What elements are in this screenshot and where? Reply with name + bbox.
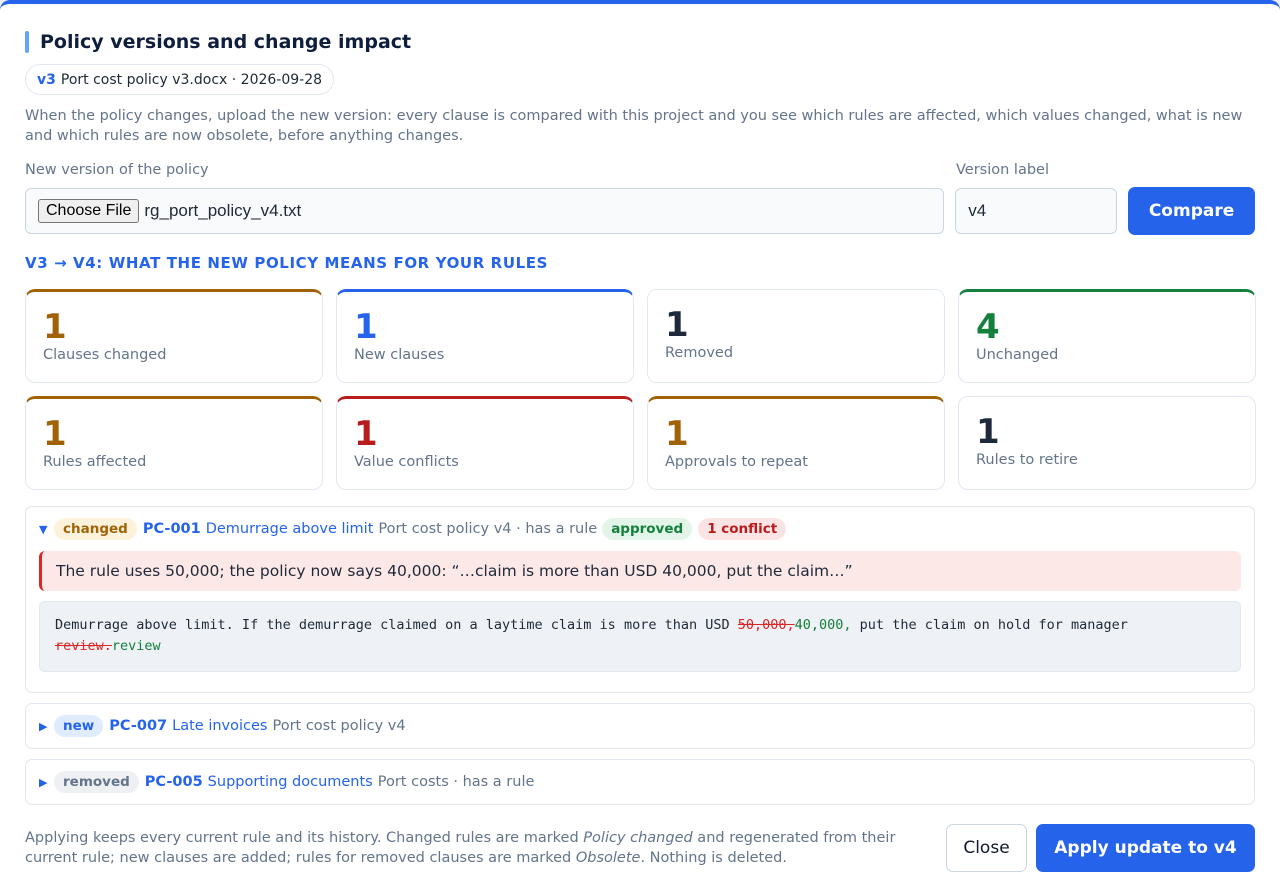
stat-card-unchanged: 4 Unchanged xyxy=(958,289,1256,383)
stat-label: Clauses changed xyxy=(43,347,167,363)
caret-right-icon[interactable]: ▶ xyxy=(39,720,54,733)
policy-versions-dialog: Policy versions and change impact v3 Por… xyxy=(0,0,1280,894)
stat-label: Approvals to repeat xyxy=(665,454,808,470)
footer-text: . Nothing is deleted. xyxy=(640,850,787,866)
stat-card-rules-to-retire: 1 Rules to retire xyxy=(958,396,1256,490)
clause-item-pc-005: ▶ removed PC-005 Supporting documents Po… xyxy=(25,759,1255,805)
footer-note: Applying keeps every current rule and it… xyxy=(25,828,930,868)
diff-text: put the claim on hold for manager xyxy=(851,617,1128,633)
stat-value: 1 xyxy=(43,414,67,454)
stat-value: 1 xyxy=(665,414,689,454)
clause-name: Late invoices xyxy=(172,718,268,734)
clause-item-pc-007: ▶ new PC-007 Late invoices Port cost pol… xyxy=(25,703,1255,749)
version-label-input[interactable]: v4 xyxy=(955,188,1118,234)
stat-value: 1 xyxy=(354,307,378,347)
diff-inserted: review xyxy=(111,638,161,654)
stat-card-clauses-changed: 1 Clauses changed xyxy=(25,289,323,383)
stat-label: Removed xyxy=(665,345,734,361)
stat-label: Unchanged xyxy=(976,347,1059,363)
clause-name: Demurrage above limit xyxy=(205,521,374,537)
stat-value: 1 xyxy=(43,307,67,347)
conflict-message: The rule uses 50,000; the policy now say… xyxy=(39,551,1241,591)
dialog-title: Policy versions and change impact xyxy=(40,31,412,53)
stat-card-rules-affected: 1 Rules affected xyxy=(25,396,323,490)
stat-value: 4 xyxy=(976,307,1000,347)
title-row: Policy versions and change impact xyxy=(25,30,1255,54)
compare-button[interactable]: Compare xyxy=(1128,187,1255,235)
choose-file-button[interactable]: Choose File xyxy=(38,199,140,223)
stat-card-removed: 1 Removed xyxy=(647,289,945,383)
caret-right-icon[interactable]: ▶ xyxy=(39,776,54,789)
footer-emphasis: Policy changed xyxy=(583,830,693,846)
clause-item-pc-001: ▼ changed PC-001 Demurrage above limit P… xyxy=(25,506,1255,693)
file-input[interactable]: Choose File rg_port_policy_v4.txt xyxy=(25,188,945,234)
caret-down-icon[interactable]: ▼ xyxy=(39,523,54,536)
stat-card-approvals-to-repeat: 1 Approvals to repeat xyxy=(647,396,945,490)
conflict-badge: 1 conflict xyxy=(698,518,787,540)
clause-item-header[interactable]: ▶ new PC-007 Late invoices Port cost pol… xyxy=(26,704,1254,748)
version-label: Version label xyxy=(956,162,1049,178)
dialog-footer: Applying keeps every current rule and it… xyxy=(25,824,1255,872)
stat-card-value-conflicts: 1 Value conflicts xyxy=(336,396,634,490)
intro-text: When the policy changes, upload the new … xyxy=(25,108,1243,144)
diff-deleted: review. xyxy=(55,638,112,654)
current-version-chip: v3 Port cost policy v3.docx · 2026-09-28 xyxy=(25,64,335,95)
file-name: rg_port_policy_v4.txt xyxy=(144,201,302,220)
clause-meta: Port costs · has a rule xyxy=(377,774,535,790)
file-label: New version of the policy xyxy=(25,162,209,178)
clause-id: PC-007 xyxy=(109,718,168,734)
clause-item-header[interactable]: ▶ removed PC-005 Supporting documents Po… xyxy=(26,760,1254,804)
clause-id: PC-005 xyxy=(144,774,203,790)
stat-value: 1 xyxy=(976,412,1000,452)
changed-badge: changed xyxy=(54,518,137,540)
summary-cards: 1 Clauses changed 1 New clauses 1 Remove… xyxy=(25,289,1256,490)
summary-title: v3 → v4: what the new policy means for y… xyxy=(25,254,549,272)
stat-card-new-clauses: 1 New clauses xyxy=(336,289,634,383)
stat-label: Rules affected xyxy=(43,454,147,470)
footer-emphasis: Obsolete xyxy=(575,850,641,866)
clause-meta: Port cost policy v4 xyxy=(272,718,406,734)
approved-badge: approved xyxy=(602,518,693,540)
diff-deleted: 50,000, xyxy=(737,617,795,633)
clause-diff: Demurrage above limit. If the demurrage … xyxy=(39,601,1241,672)
apply-update-button[interactable]: Apply update to v4 xyxy=(1036,824,1255,872)
current-version-file: Port cost policy v3.docx · 2026-09-28 xyxy=(60,71,323,88)
stat-label: Value conflicts xyxy=(354,454,459,470)
stat-label: Rules to retire xyxy=(976,452,1078,468)
new-badge: new xyxy=(54,715,104,737)
title-accent-bar xyxy=(25,31,29,53)
clause-name: Supporting documents xyxy=(207,774,373,790)
form-labels: New version of the policy Version label xyxy=(25,162,1255,182)
footer-text: Applying keeps every current rule and it… xyxy=(25,830,584,846)
current-version-label: v3 xyxy=(37,71,56,88)
stat-label: New clauses xyxy=(354,347,445,363)
stat-value: 1 xyxy=(665,305,689,345)
diff-inserted: 40,000, xyxy=(794,617,852,633)
stat-value: 1 xyxy=(354,414,378,454)
clause-item-header[interactable]: ▼ changed PC-001 Demurrage above limit P… xyxy=(26,507,1254,551)
close-button[interactable]: Close xyxy=(946,824,1027,872)
removed-badge: removed xyxy=(54,771,139,793)
form-row: Choose File rg_port_policy_v4.txt v4 Com… xyxy=(25,187,1255,235)
clause-meta: Port cost policy v4 · has a rule xyxy=(378,521,598,537)
clause-id: PC-001 xyxy=(142,521,201,537)
diff-text: Demurrage above limit. If the demurrage … xyxy=(55,617,738,633)
